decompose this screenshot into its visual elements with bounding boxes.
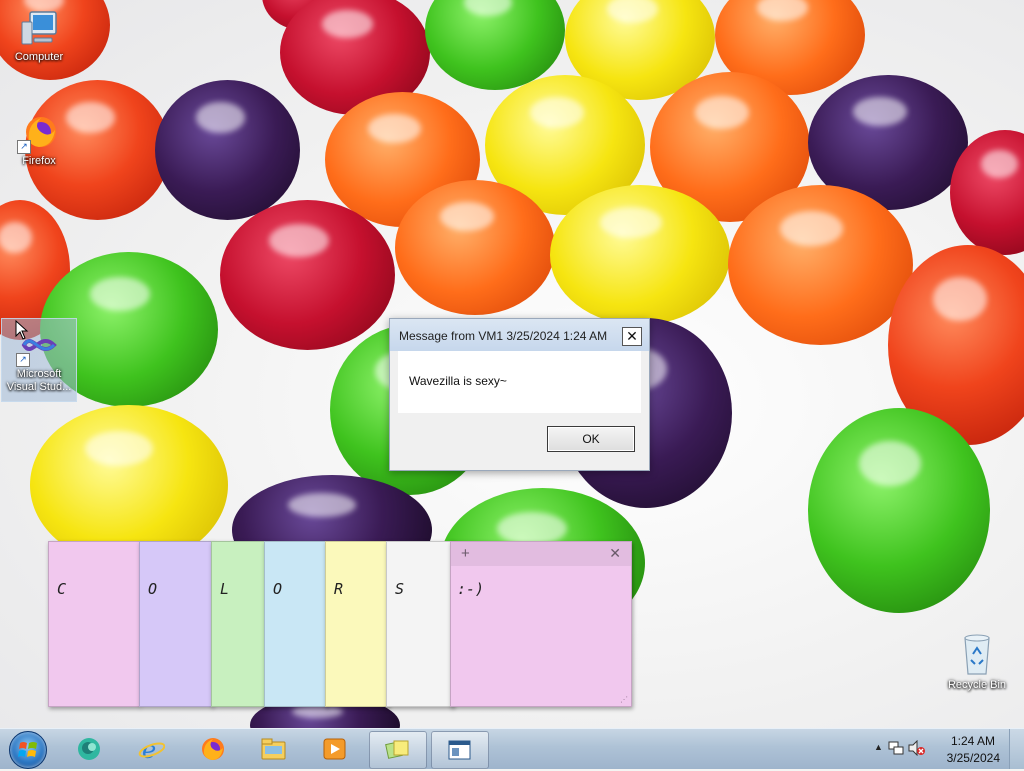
dialog-titlebar[interactable]: Message from VM1 3/25/2024 1:24 AM ✕ bbox=[390, 319, 649, 351]
show-desktop-button[interactable] bbox=[1009, 729, 1024, 769]
clock-time[interactable]: 1:24 AM bbox=[951, 734, 995, 748]
dialog-title: Message from VM1 3/25/2024 1:24 AM bbox=[399, 329, 608, 343]
message-window-icon bbox=[448, 740, 471, 760]
internet-explorer-icon: e bbox=[138, 736, 165, 762]
volume-muted-icon[interactable] bbox=[908, 739, 926, 759]
sticky-note[interactable]: O bbox=[264, 541, 328, 707]
message-dialog: Message from VM1 3/25/2024 1:24 AM ✕ Wav… bbox=[389, 318, 650, 471]
desktop-icon-label: Microsoft Visual Stud... bbox=[6, 368, 72, 393]
new-note-button[interactable]: + bbox=[461, 545, 470, 562]
taskbar-sticky-notes[interactable] bbox=[369, 731, 427, 769]
dialog-body: Wavezilla is sexy~ bbox=[398, 351, 641, 413]
desktop-icon-label: Recycle Bin bbox=[947, 679, 1007, 691]
sticky-note-text[interactable]: C bbox=[57, 580, 66, 598]
sticky-note[interactable]: S bbox=[386, 541, 454, 707]
system-tray: ▲ 1:24 AM 3/25/2024 bbox=[864, 729, 1024, 769]
firefox-icon: ↗ bbox=[17, 112, 59, 154]
recycle-bin-icon bbox=[959, 632, 995, 676]
taskbar-message-window[interactable] bbox=[431, 731, 489, 769]
desktop-icon-visual-studio[interactable]: ↗ Microsoft Visual Stud... bbox=[1, 318, 77, 402]
sticky-note-text[interactable]: :-) bbox=[457, 580, 484, 598]
sticky-note-text[interactable]: O bbox=[148, 580, 157, 598]
desktop-icon-computer[interactable]: Computer bbox=[2, 8, 76, 64]
candy bbox=[728, 185, 913, 345]
shortcut-arrow-icon: ↗ bbox=[17, 140, 31, 154]
sticky-note-text[interactable]: O bbox=[273, 580, 282, 598]
firefox-icon bbox=[202, 738, 224, 760]
sticky-note[interactable]: L bbox=[211, 541, 267, 707]
taskbar-firefox[interactable] bbox=[185, 731, 241, 767]
resize-grip-icon[interactable]: ⋰ bbox=[620, 695, 628, 704]
taskbar-messenger[interactable] bbox=[62, 731, 118, 767]
show-hidden-icons-button[interactable]: ▲ bbox=[874, 742, 883, 752]
sticky-note[interactable]: O bbox=[139, 541, 213, 707]
delete-note-button[interactable]: ✕ bbox=[609, 545, 621, 562]
messenger-icon bbox=[78, 738, 100, 760]
shortcut-arrow-icon: ↗ bbox=[16, 353, 30, 367]
sticky-note[interactable]: R bbox=[325, 541, 389, 707]
candy bbox=[155, 80, 300, 220]
candy bbox=[395, 180, 555, 315]
desktop-icon-label: Firefox bbox=[22, 155, 56, 167]
sticky-note-text[interactable]: R bbox=[334, 580, 343, 598]
clock-date[interactable]: 3/25/2024 bbox=[947, 751, 1000, 765]
sticky-note-active[interactable]: + ✕ :-) ⋰ bbox=[450, 541, 632, 707]
mouse-cursor-icon bbox=[15, 319, 29, 343]
ok-button[interactable]: OK bbox=[547, 426, 635, 452]
network-icon[interactable] bbox=[888, 740, 904, 759]
sticky-note[interactable]: C bbox=[48, 541, 140, 707]
taskbar-file-explorer[interactable] bbox=[246, 731, 302, 767]
start-button[interactable] bbox=[9, 731, 47, 769]
candy bbox=[550, 185, 730, 325]
candy bbox=[808, 408, 990, 613]
close-button[interactable]: ✕ bbox=[622, 327, 642, 346]
file-explorer-icon bbox=[261, 738, 286, 760]
sticky-notes-icon bbox=[385, 740, 409, 759]
sticky-note-titlebar[interactable]: + ✕ bbox=[451, 542, 631, 566]
desktop-icon-firefox[interactable]: ↗ Firefox bbox=[2, 112, 76, 168]
dialog-message: Wavezilla is sexy~ bbox=[409, 374, 507, 388]
desktop-icon-recycle-bin[interactable]: Recycle Bin bbox=[940, 632, 1014, 692]
sticky-note-text[interactable]: L bbox=[220, 580, 229, 598]
taskbar-internet-explorer[interactable]: e bbox=[124, 731, 180, 767]
candy bbox=[220, 200, 395, 350]
computer-icon bbox=[18, 8, 60, 48]
desktop-icon-label: Computer bbox=[14, 51, 64, 63]
windows-logo-icon bbox=[18, 742, 37, 757]
taskbar: e ▲ 1:24 AM 3/25/2024 bbox=[0, 728, 1024, 769]
taskbar-media-player[interactable] bbox=[307, 731, 363, 767]
sticky-note-text[interactable]: S bbox=[395, 580, 404, 598]
media-player-icon bbox=[323, 738, 346, 760]
